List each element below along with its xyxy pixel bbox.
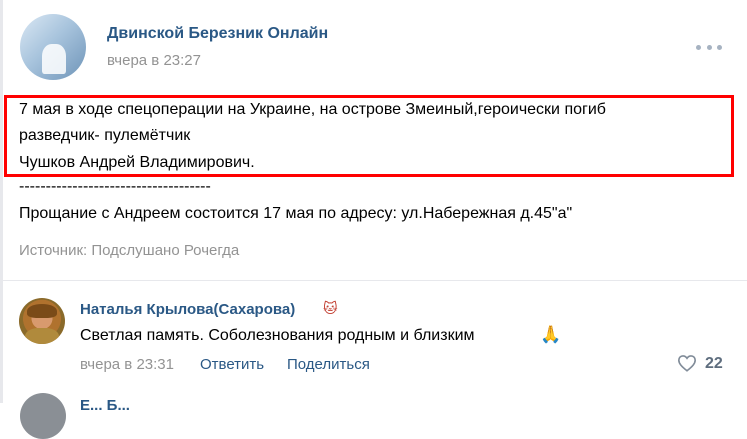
cat-face-icon: 🐱 <box>323 300 338 316</box>
next-comment-author[interactable]: Е... Б... <box>80 397 130 414</box>
post-separator: ------------------------------------ <box>19 178 211 195</box>
heart-icon[interactable] <box>677 354 697 372</box>
comments-divider <box>0 280 747 281</box>
group-avatar[interactable] <box>20 14 86 80</box>
next-comment-avatar[interactable] <box>20 393 66 439</box>
post-text-line-5: Прощание с Андреем состоится 17 мая по а… <box>19 205 573 222</box>
comment-author-link[interactable]: Наталья Крылова(Сахарова) <box>80 301 295 318</box>
more-options-icon[interactable] <box>696 40 722 54</box>
like-count: 22 <box>705 355 723 372</box>
avatar-monument-shape <box>42 44 66 74</box>
post-card: Двинской Березник Онлайн вчера в 23:27 7… <box>0 0 747 439</box>
share-button[interactable]: Поделиться <box>287 356 370 373</box>
post-source[interactable]: Источник: Подслушано Рочегда <box>19 242 239 259</box>
comment-author-avatar[interactable] <box>19 298 65 344</box>
post-time[interactable]: вчера в 23:27 <box>107 52 201 69</box>
group-name-link[interactable]: Двинской Березник Онлайн <box>107 25 328 43</box>
red-highlight-box <box>4 95 734 177</box>
comment-text: Светлая память. Соболезнования родным и … <box>80 327 475 344</box>
comment-time[interactable]: вчера в 23:31 <box>80 356 174 373</box>
reply-button[interactable]: Ответить <box>200 356 264 373</box>
left-border <box>0 0 3 403</box>
folded-hands-icon: 🙏 <box>540 325 562 344</box>
